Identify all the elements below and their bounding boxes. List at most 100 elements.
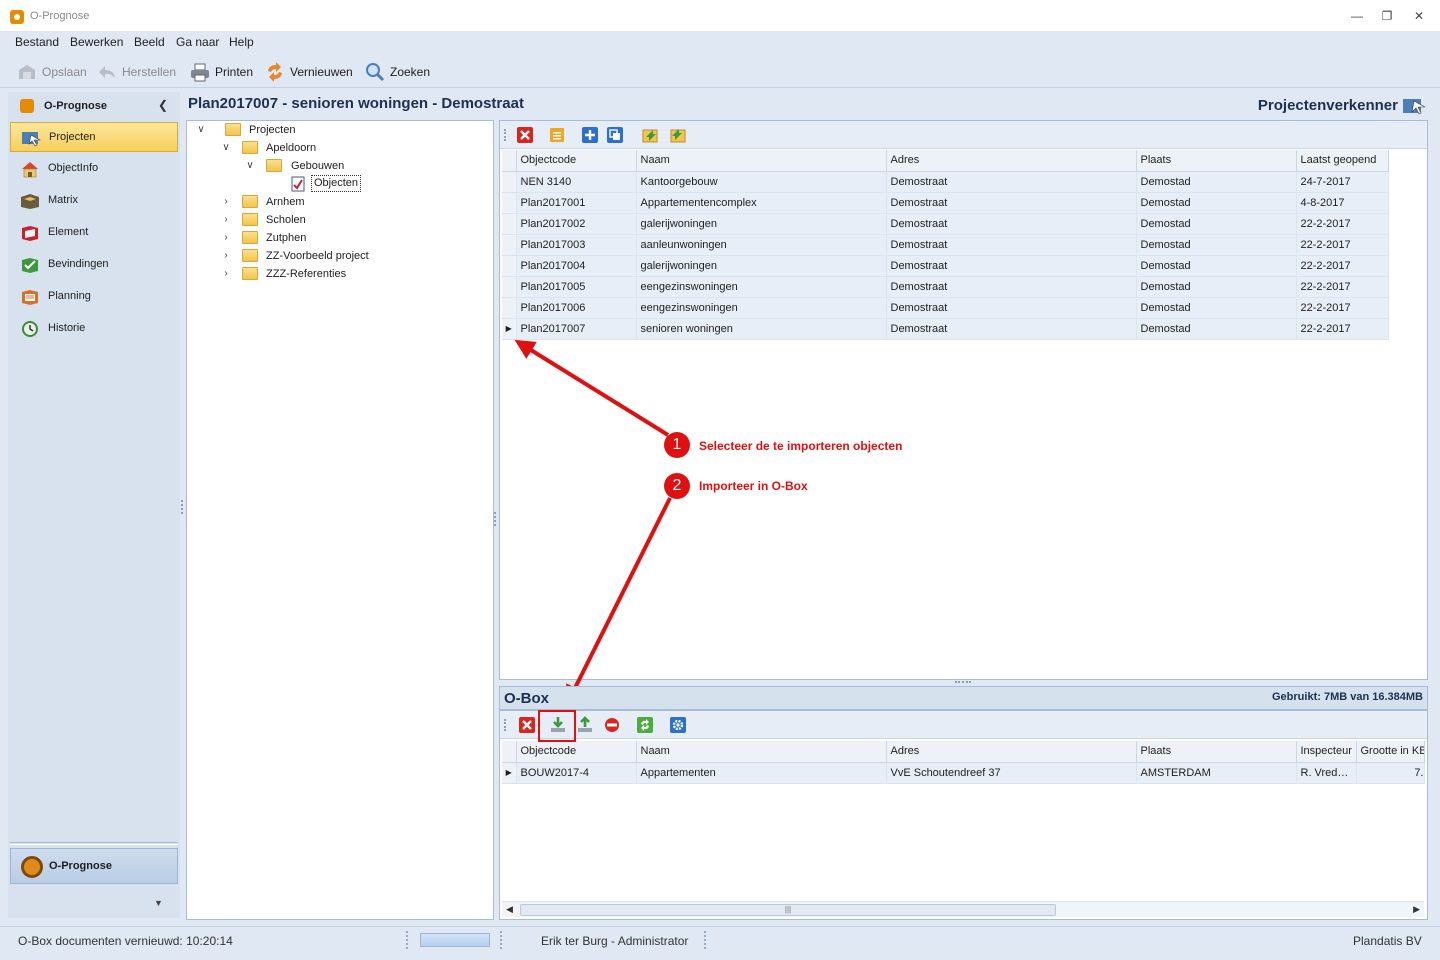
row-indicator[interactable]: ▶ xyxy=(502,318,517,340)
table-cell[interactable]: BOUW2017-4 xyxy=(516,762,637,784)
table-cell[interactable]: aanleunwoningen xyxy=(636,234,887,256)
table-row[interactable]: Plan2017001 Appartementencomplex Demostraa… xyxy=(502,192,1389,214)
nav-item-historie[interactable]: Historie xyxy=(10,314,178,344)
table-cell[interactable]: Demostraat xyxy=(886,276,1137,298)
export-icon[interactable] xyxy=(576,716,594,734)
tree-node[interactable]: › Scholen xyxy=(220,211,420,229)
row-indicator[interactable] xyxy=(502,171,517,193)
table-cell[interactable]: Demostraat xyxy=(886,192,1137,214)
table-cell[interactable]: Demostad xyxy=(1136,318,1297,340)
table-cell[interactable]: eengezinswoningen xyxy=(636,297,887,319)
row-indicator[interactable] xyxy=(502,213,517,235)
folder-open-icon[interactable] xyxy=(548,126,566,144)
nav-overflow-chevron-icon[interactable]: ▼ xyxy=(154,898,163,908)
table-cell[interactable]: Plan2017003 xyxy=(516,234,637,256)
add-icon[interactable] xyxy=(581,126,599,144)
table-cell[interactable]: 22-2-2017 xyxy=(1296,234,1389,256)
table-cell[interactable]: Demostraat xyxy=(886,213,1137,235)
tree-node[interactable]: › ZZZ-Referenties xyxy=(220,265,460,283)
table-cell[interactable]: Plan2017007 xyxy=(516,318,637,340)
table-cell[interactable]: Demostraat xyxy=(886,234,1137,256)
menu-bestand[interactable]: Bestand xyxy=(15,35,59,49)
settings-gear-icon[interactable] xyxy=(669,716,687,734)
restore-button[interactable]: Herstellen xyxy=(96,62,180,82)
expand-chevron-icon[interactable]: › xyxy=(220,193,232,211)
nav-item-objectinfo[interactable]: ObjectInfo xyxy=(10,154,178,184)
table-cell[interactable]: Plan2017005 xyxy=(516,276,637,298)
maximize-button[interactable]: ❐ xyxy=(1375,6,1399,26)
tree-node[interactable]: › Arnhem xyxy=(220,193,420,211)
table-cell[interactable]: Demostad xyxy=(1136,192,1297,214)
table-row[interactable]: Plan2017006 eengezinswoningen Demostraat De… xyxy=(502,297,1389,319)
row-indicator[interactable] xyxy=(502,276,517,298)
table-cell[interactable]: 24-7-2017 xyxy=(1296,171,1389,193)
table-row[interactable]: ▶ Plan2017007 senioren woningen Demostraat D… xyxy=(502,318,1389,340)
table-cell[interactable]: Plan2017006 xyxy=(516,297,637,319)
table-cell[interactable]: Plan2017002 xyxy=(516,213,637,235)
table-cell[interactable]: R. Vred… xyxy=(1296,762,1357,784)
table-cell[interactable]: galerijwoningen xyxy=(636,255,887,277)
table-cell[interactable]: Demostraat xyxy=(886,171,1137,193)
search-button[interactable]: Zoeken xyxy=(364,62,434,82)
table-cell[interactable]: 22-2-2017 xyxy=(1296,297,1389,319)
table-cell[interactable]: Demostad xyxy=(1136,276,1297,298)
table-cell[interactable]: Demostad xyxy=(1136,297,1297,319)
expand-chevron-icon[interactable]: ∨ xyxy=(220,139,232,157)
nav-item-planning[interactable]: Planning xyxy=(10,282,178,312)
tree-node[interactable]: › Zutphen xyxy=(220,229,420,247)
table-row[interactable]: Plan2017003 aanleunwoningen Demostraat Demo… xyxy=(502,234,1389,256)
expand-chevron-icon[interactable]: › xyxy=(220,229,232,247)
sync-icon[interactable] xyxy=(636,716,654,734)
obox-splitter[interactable] xyxy=(955,681,971,683)
menu-beeld[interactable]: Beeld xyxy=(134,35,165,49)
table-row[interactable]: Plan2017002 galerijwoningen Demostraat Demo… xyxy=(502,213,1389,235)
close-button[interactable]: ✕ xyxy=(1407,6,1431,26)
table-cell[interactable]: 22-2-2017 xyxy=(1296,276,1389,298)
expand-chevron-icon[interactable]: ∨ xyxy=(195,121,207,139)
column-header-objectcode[interactable]: Objectcode xyxy=(516,150,637,172)
scroll-right-icon[interactable]: ▶ xyxy=(1413,904,1420,915)
table-row[interactable]: NEN 3140 Kantoorgebouw Demostraat Demostad 2… xyxy=(502,171,1389,193)
tree-node[interactable]: ∨ Apeldoorn xyxy=(220,139,420,157)
column-header-plaats[interactable]: Plaats xyxy=(1136,150,1297,172)
row-indicator[interactable] xyxy=(502,297,517,319)
minimize-button[interactable]: — xyxy=(1345,6,1369,26)
expand-chevron-icon[interactable]: › xyxy=(220,265,232,283)
print-button[interactable]: Printen xyxy=(189,62,257,82)
collapse-chevron-icon[interactable]: ❮ xyxy=(158,98,168,112)
column-header-naam[interactable]: Naam xyxy=(636,150,887,172)
table-cell[interactable]: Appartementencomplex xyxy=(636,192,887,214)
tree-splitter[interactable] xyxy=(494,512,496,526)
nav-item-matrix[interactable]: Matrix xyxy=(10,186,178,216)
column-header-laatst-geopend[interactable]: Laatst geopend xyxy=(1296,150,1389,172)
tree-node-objecten[interactable]: Objecten xyxy=(291,175,451,193)
row-indicator[interactable] xyxy=(502,234,517,256)
table-row[interactable]: Plan2017004 galerijwoningen Demostraat Demo… xyxy=(502,255,1389,277)
table-cell[interactable]: Plan2017001 xyxy=(516,192,637,214)
table-cell[interactable]: galerijwoningen xyxy=(636,213,887,235)
column-header-plaats[interactable]: Plaats xyxy=(1136,741,1297,763)
table-cell[interactable]: Appartementen xyxy=(636,762,887,784)
scroll-left-icon[interactable]: ◀ xyxy=(506,904,513,915)
table-cell[interactable]: VvE Schoutendreef 37 xyxy=(886,762,1137,784)
table-cell[interactable]: eengezinswoningen xyxy=(636,276,887,298)
table-row[interactable]: ▶ BOUW2017-4 Appartementen VvE Schoutendree… xyxy=(502,762,1425,784)
table-cell[interactable]: Demostad xyxy=(1136,255,1297,277)
delete-icon[interactable] xyxy=(518,716,536,734)
row-indicator[interactable]: ▶ xyxy=(502,762,517,784)
expand-chevron-icon[interactable]: › xyxy=(220,247,232,265)
table-cell[interactable]: Demostad xyxy=(1136,234,1297,256)
column-header-inspecteur[interactable]: Inspecteur xyxy=(1296,741,1357,763)
table-cell[interactable]: Plan2017004 xyxy=(516,255,637,277)
table-cell[interactable]: Kantoorgebouw xyxy=(636,171,887,193)
table-cell[interactable]: NEN 3140 xyxy=(516,171,637,193)
row-indicator[interactable] xyxy=(502,255,517,277)
delete-icon[interactable] xyxy=(516,126,534,144)
tree-node[interactable]: ∨ Projecten xyxy=(195,121,395,139)
nav-splitter[interactable] xyxy=(181,500,183,514)
menu-help[interactable]: Help xyxy=(229,35,254,49)
refresh-button[interactable]: Vernieuwen xyxy=(264,62,356,82)
column-header-grootte[interactable]: Grootte in KB xyxy=(1356,741,1425,763)
table-cell[interactable]: senioren woningen xyxy=(636,318,887,340)
expand-chevron-icon[interactable]: ∨ xyxy=(244,157,256,175)
